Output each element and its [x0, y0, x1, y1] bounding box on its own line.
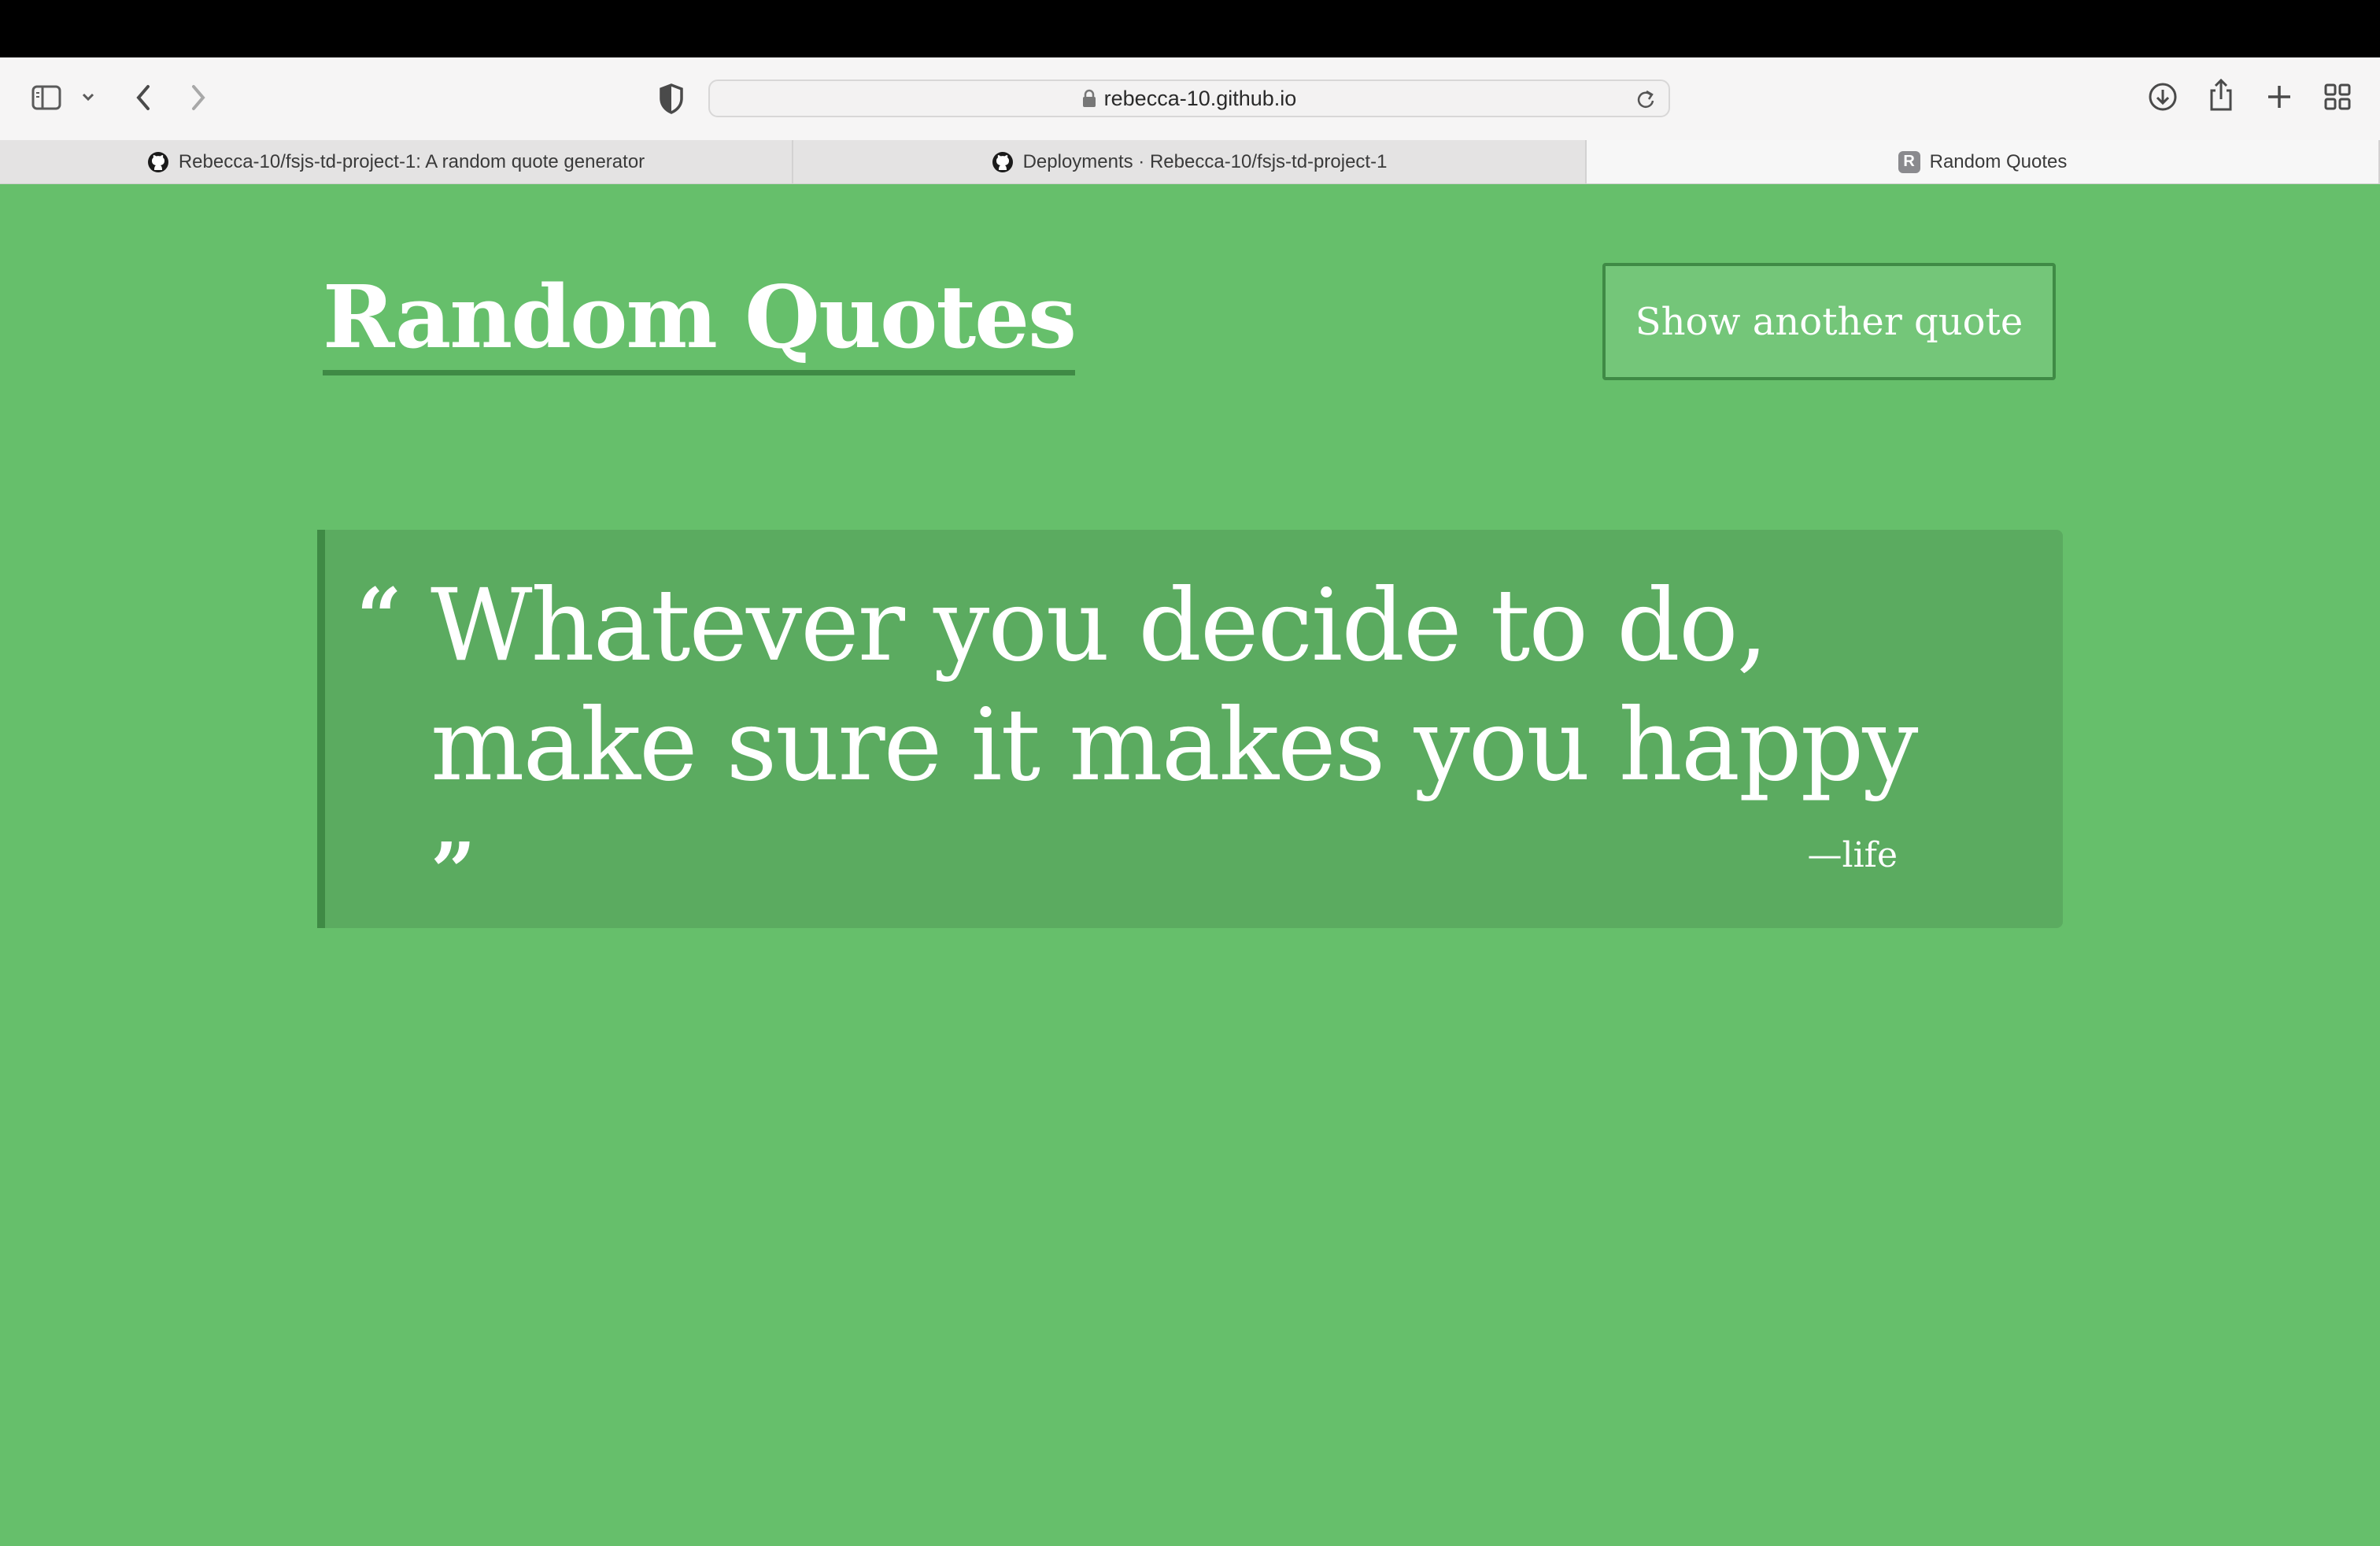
quote-text-block: Whatever you decide to do, make sure it …: [431, 566, 1973, 931]
share-button[interactable]: [2207, 78, 2235, 113]
tab-random-quotes[interactable]: R Random Quotes: [1587, 140, 2380, 183]
page-title: Random Quotes: [323, 274, 1077, 375]
back-button[interactable]: [134, 83, 154, 113]
grid-icon: [2324, 83, 2351, 110]
tab-label: Rebecca-10/fsjs-td-project-1: A random q…: [178, 150, 645, 172]
address-bar[interactable]: rebecca-10.github.io: [708, 80, 1670, 117]
github-icon: [147, 151, 169, 173]
page-content: Random Quotes Show another quote “ Whate…: [0, 184, 2380, 1546]
tab-overview-button[interactable]: [2323, 83, 2352, 111]
sidebar-toggle-button[interactable]: [31, 84, 63, 111]
browser-toolbar: rebecca-10.github.io: [0, 57, 2380, 141]
reload-icon: [1637, 90, 1654, 108]
tab-label: Deployments · Rebecca-10/fsjs-td-project…: [1022, 150, 1388, 172]
privacy-report-button[interactable]: [658, 83, 685, 114]
forward-button[interactable]: [187, 83, 208, 113]
new-tab-button[interactable]: [2265, 83, 2293, 111]
plus-icon: [2268, 86, 2290, 108]
menu-bar: [0, 0, 2380, 57]
share-icon: [2210, 78, 2232, 111]
tab-github-deployments[interactable]: Deployments · Rebecca-10/fsjs-td-project…: [793, 140, 1587, 183]
downloads-button[interactable]: [2147, 81, 2179, 113]
chevron-down-icon: [82, 93, 94, 102]
tab-github-repo[interactable]: Rebecca-10/fsjs-td-project-1: A random q…: [0, 140, 793, 183]
download-icon: [2149, 83, 2177, 111]
site-favicon: R: [1898, 150, 1920, 173]
github-icon: [992, 151, 1014, 173]
lock-icon: [1082, 89, 1096, 107]
chevron-left-icon: [136, 85, 150, 110]
open-quote-mark: “: [357, 571, 402, 664]
tab-bar: Rebecca-10/fsjs-td-project-1: A random q…: [0, 140, 2380, 184]
reload-button[interactable]: [1635, 88, 1656, 114]
close-quote-mark: ”: [431, 825, 476, 918]
url-text: rebecca-10.github.io: [1103, 86, 1297, 110]
sidebar-icon: [31, 85, 61, 110]
shield-icon: [660, 83, 683, 114]
quote-source: —life: [1807, 835, 1898, 875]
tab-label: Random Quotes: [1929, 150, 2068, 172]
show-another-quote-button[interactable]: Show another quote: [1602, 263, 2056, 380]
chevron-right-icon: [192, 85, 205, 110]
quote-text: Whatever you decide to do, make sure it …: [431, 568, 1918, 803]
quote-box: “ Whatever you decide to do, make sure i…: [317, 530, 2063, 928]
sidebar-menu-button[interactable]: [80, 91, 96, 103]
